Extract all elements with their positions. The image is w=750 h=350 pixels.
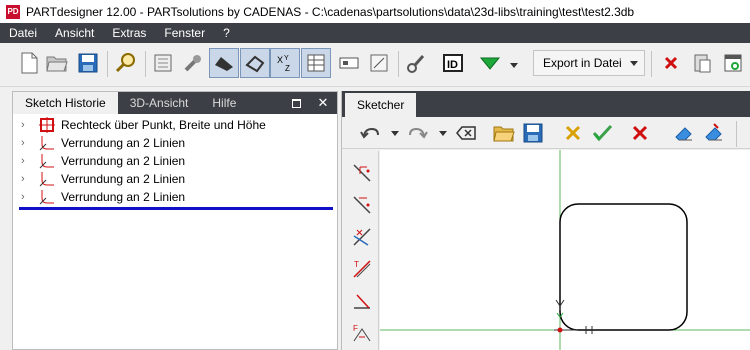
fillet-icon (39, 154, 54, 169)
save-icon[interactable] (521, 121, 545, 145)
tab-hilfe[interactable]: Hilfe (200, 92, 248, 114)
chevron-right-icon[interactable]: › (21, 191, 31, 203)
table-icon[interactable] (301, 48, 331, 78)
document-icon[interactable] (148, 48, 178, 78)
tree-item[interactable]: › Verrundung an 2 Linien (13, 152, 337, 170)
open-folder-icon[interactable] (42, 48, 72, 78)
tree-item[interactable]: › Verrundung an 2 Linien (13, 134, 337, 152)
backspace-icon[interactable] (454, 121, 478, 145)
svg-text:Z: Z (285, 64, 290, 73)
sketch-canvas[interactable] (380, 150, 750, 350)
sketch-rounded-rectangle (559, 203, 688, 331)
export-label: Export in Datei (543, 56, 622, 70)
delete-icon[interactable] (628, 121, 652, 145)
tree-item[interactable]: › Verrundung an 2 Linien (13, 170, 337, 188)
svg-text:T: T (354, 260, 359, 269)
window-title: PARTdesigner 12.00 - PARTsolutions by CA… (26, 4, 635, 19)
menu-bar: Datei Ansicht Extras Fenster ? (0, 23, 750, 43)
title-bar: PD PARTdesigner 12.00 - PARTsolutions by… (0, 0, 750, 23)
sketcher-panel: Sketcher T F (341, 91, 750, 350)
fixed-icon[interactable]: F (350, 321, 374, 345)
constraint-line-icon[interactable] (350, 193, 374, 217)
tree-item-label: Verrundung an 2 Linien (61, 136, 186, 150)
id-icon[interactable]: ID (438, 48, 468, 78)
window-icon[interactable] (718, 48, 748, 78)
open-folder-icon[interactable] (492, 121, 516, 145)
menu-extras[interactable]: Extras (103, 26, 155, 40)
tree-item-label: Verrundung an 2 Linien (61, 190, 186, 204)
fillet-icon (39, 190, 54, 205)
redo-icon[interactable] (406, 121, 430, 145)
export-dropdown[interactable]: Export in Datei (533, 50, 645, 76)
eraser-color-icon[interactable] (702, 121, 726, 145)
tree-item-label: Verrundung an 2 Linien (61, 172, 186, 186)
search-icon[interactable] (111, 48, 141, 78)
triangle-down-icon[interactable] (475, 48, 505, 78)
delete-icon[interactable] (656, 48, 686, 78)
xyz-icon[interactable]: XYZ (270, 48, 300, 78)
pipe-icon[interactable] (402, 48, 432, 78)
tab-3d-ansicht[interactable]: 3D-Ansicht (118, 92, 201, 114)
insert-position-marker[interactable] (19, 207, 333, 210)
chevron-right-icon[interactable]: › (21, 155, 31, 167)
svg-text:F: F (353, 324, 358, 333)
dimension-icon[interactable] (364, 48, 394, 78)
wrench-icon[interactable] (178, 48, 208, 78)
svg-text:ID: ID (447, 59, 458, 71)
tab-sketch-historie[interactable]: Sketch Historie (13, 92, 118, 114)
close-icon[interactable]: ✕ (316, 95, 330, 110)
accept-icon[interactable] (590, 121, 614, 145)
chevron-right-icon[interactable]: › (21, 119, 31, 131)
tangent-icon[interactable]: T (350, 257, 374, 281)
fillet-icon (39, 136, 54, 151)
constraint-point-icon[interactable] (350, 161, 374, 185)
sketch-toolbar (342, 117, 750, 149)
undo-icon[interactable] (358, 121, 382, 145)
new-file-icon[interactable] (14, 48, 44, 78)
chevron-right-icon[interactable]: › (21, 173, 31, 185)
tree-item[interactable]: › Rechteck über Punkt, Breite und Höhe (13, 116, 337, 134)
tree-item-label: Verrundung an 2 Linien (61, 154, 186, 168)
menu-help[interactable]: ? (214, 26, 239, 40)
history-tree: › Rechteck über Punkt, Breite und Höhe ›… (13, 116, 337, 206)
right-panel-tabs: Sketcher (342, 91, 750, 117)
tab-sketcher[interactable]: Sketcher (345, 93, 417, 117)
fillet-icon (39, 172, 54, 187)
left-panel-tabs: Sketch Historie 3D-Ansicht Hilfe ✕ (13, 92, 337, 114)
chevron-right-icon[interactable]: › (21, 137, 31, 149)
edge-tool-icon[interactable] (209, 48, 239, 78)
origin-point (557, 327, 563, 333)
cross-check-icon[interactable] (561, 121, 585, 145)
rectangle-icon (39, 117, 55, 133)
intersect-icon[interactable] (350, 225, 374, 249)
shape-tool-icon[interactable] (240, 48, 270, 78)
partdesigner-app-icon: PD (6, 4, 20, 19)
chevron-down-icon (630, 61, 638, 66)
svg-text:X: X (277, 55, 283, 65)
eraser-icon[interactable] (672, 121, 696, 145)
sketch-drawing[interactable] (380, 150, 750, 350)
menu-ansicht[interactable]: Ansicht (46, 26, 103, 40)
paste-icon[interactable] (687, 48, 717, 78)
sketch-history-panel: Sketch Historie 3D-Ansicht Hilfe ✕ › Rec… (12, 91, 338, 350)
tree-item-label: Rechteck über Punkt, Breite und Höhe (61, 118, 266, 132)
perpendicular-icon[interactable] (350, 289, 374, 313)
menu-fenster[interactable]: Fenster (155, 26, 214, 40)
main-toolbar: XYZ ID Export in Datei (0, 43, 750, 87)
sketch-side-toolbar: T F (345, 151, 379, 350)
form-icon[interactable] (334, 48, 364, 78)
svg-text:Y: Y (284, 55, 289, 62)
float-panel-icon[interactable] (289, 96, 303, 110)
menu-datei[interactable]: Datei (0, 26, 46, 40)
tree-item[interactable]: › Verrundung an 2 Linien (13, 188, 337, 206)
save-icon[interactable] (73, 48, 103, 78)
